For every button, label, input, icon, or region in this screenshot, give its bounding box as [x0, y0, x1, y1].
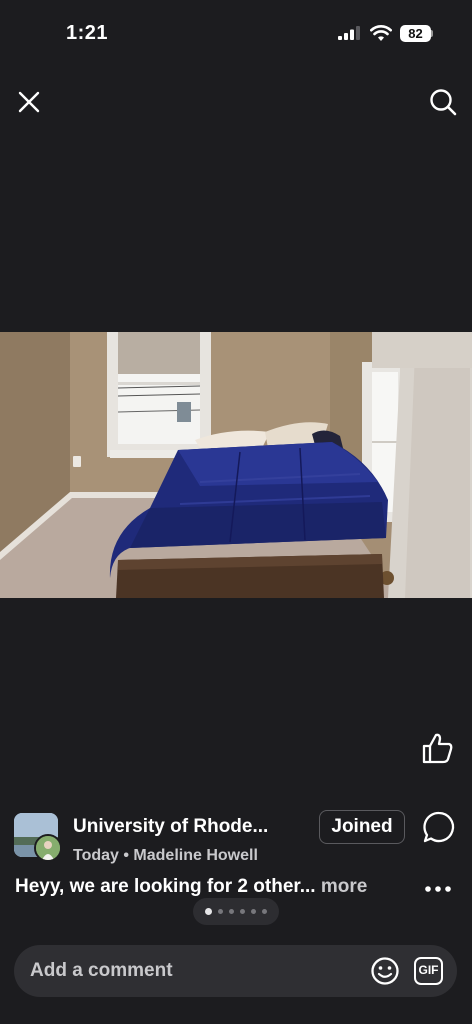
post-meta: Today • Madeline Howell [73, 847, 258, 864]
page-dot [218, 909, 223, 914]
status-time: 1:21 [66, 22, 109, 44]
more-options-button[interactable] [418, 877, 458, 901]
page-dot [205, 908, 212, 915]
emoji-button[interactable] [369, 955, 401, 987]
page-dot [240, 909, 245, 914]
battery-indicator: 82 [400, 25, 431, 42]
close-icon [18, 91, 40, 113]
page-dot [262, 909, 267, 914]
thumbs-up-icon [422, 733, 453, 764]
gif-button[interactable]: GIF [414, 957, 443, 985]
wifi-icon [370, 24, 392, 47]
more-link[interactable]: more [321, 876, 367, 897]
comment-placeholder: Add a comment [30, 960, 173, 981]
author-avatar[interactable] [34, 834, 62, 862]
comment-bubble-icon [423, 811, 455, 843]
search-icon [430, 89, 457, 116]
group-name[interactable]: University of Rhode... [73, 816, 305, 838]
page-dot [251, 909, 256, 914]
joined-button[interactable]: Joined [319, 810, 405, 844]
caption-text: Heyy, we are looking for 2 other... [15, 876, 316, 897]
page-dot [229, 909, 234, 914]
smiley-icon [371, 957, 399, 985]
page-indicator[interactable] [193, 898, 279, 925]
close-button[interactable] [9, 82, 49, 122]
search-button[interactable] [423, 82, 463, 122]
post-caption: Heyy, we are looking for 2 other... more [15, 876, 367, 898]
battery-nub [431, 30, 433, 37]
post-photo[interactable] [0, 332, 472, 598]
comments-button[interactable] [419, 807, 459, 847]
like-button[interactable] [416, 726, 460, 770]
ellipsis-icon [425, 886, 451, 892]
cellular-signal-icon [338, 26, 360, 45]
